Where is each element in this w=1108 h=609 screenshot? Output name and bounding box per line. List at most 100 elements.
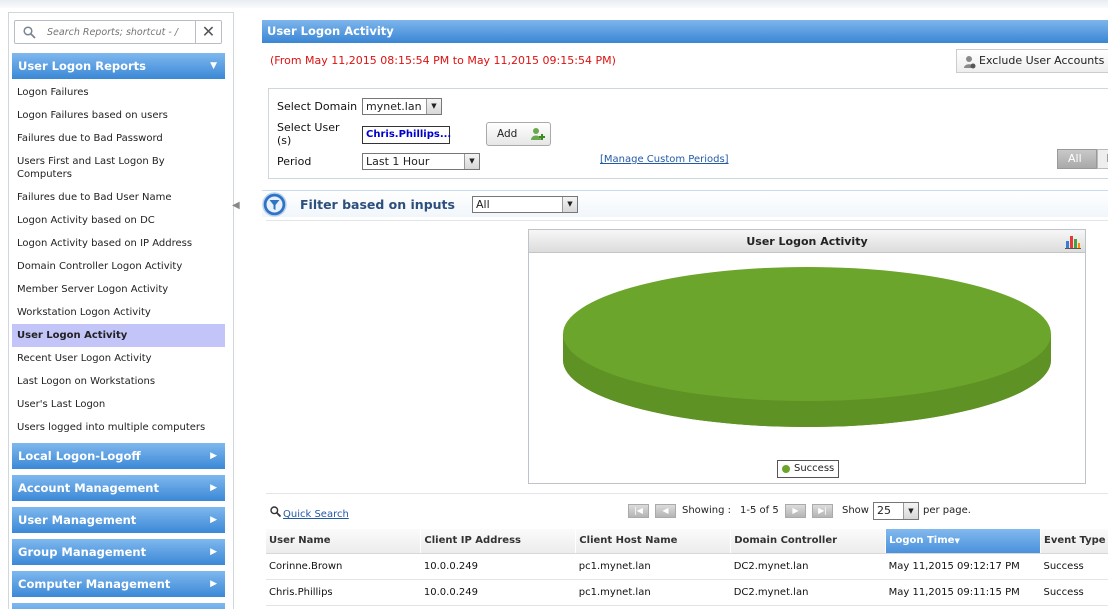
category-label: User Logon Reports <box>18 59 147 73</box>
sidebar-item[interactable]: Logon Failures <box>12 81 225 104</box>
exclude-user-accounts-button[interactable]: Exclude User Accounts <box>956 49 1108 73</box>
per-page-select[interactable]: 25 ▼ <box>873 502 919 520</box>
showing-label: Showing : <box>682 505 731 516</box>
user-label-suffix: (s) <box>277 134 292 147</box>
quick-search-label: Quick Search <box>283 509 349 520</box>
sidebar-item[interactable]: Workstation Logon Activity <box>12 301 225 324</box>
last-page-icon[interactable]: ▶| <box>812 504 833 518</box>
sidebar-item[interactable]: Recent User Logon Activity <box>12 347 225 370</box>
sidebar-item[interactable]: Logon Failures based on users <box>12 104 225 127</box>
per-page-label: per page. <box>923 505 971 516</box>
cell-user-name: Chris.Phillips <box>266 579 421 606</box>
category-account-management[interactable]: Account Management ▶ <box>12 475 225 502</box>
cell-client-host: pc1.mynet.lan <box>575 579 731 606</box>
table-row[interactable]: Corinne.Brown 10.0.0.249 pc1.mynet.lan D… <box>266 553 1108 580</box>
category-label: Local Logon-Logoff <box>18 449 141 463</box>
column-header-user-name[interactable]: User Name <box>266 529 422 554</box>
search-input[interactable] <box>47 24 187 40</box>
report-list: Logon Failures Logon Failures based on u… <box>12 81 225 439</box>
sidebar-item[interactable]: Failures due to Bad User Name <box>12 186 225 209</box>
category-user-logon-reports[interactable]: User Logon Reports ▼ <box>12 53 225 80</box>
chevron-right-icon: ▶ <box>210 579 217 589</box>
chevron-down-icon: ▼ <box>903 503 918 519</box>
prev-page-icon[interactable]: ◀ <box>655 504 676 518</box>
legend-label: Success <box>794 463 835 474</box>
user-label: Select User <box>277 121 340 134</box>
sidebar-item-active[interactable]: User Logon Activity <box>12 324 225 347</box>
first-page-icon[interactable]: |◀ <box>628 504 649 518</box>
column-header-event-type[interactable]: Event Type <box>1040 529 1108 554</box>
per-page-value: 25 <box>877 504 891 517</box>
domain-label: Select Domain <box>277 100 358 113</box>
show-label: Show <box>842 505 869 516</box>
logon-time-label: Logon Time <box>889 535 955 547</box>
sidebar-item[interactable]: Logon Activity based on IP Address <box>12 232 225 255</box>
category-user-management[interactable]: User Management ▶ <box>12 507 225 534</box>
all-button[interactable]: All <box>1057 149 1097 169</box>
cell-user-name: Corinne.Brown <box>266 553 421 580</box>
chevron-right-icon: ▶ <box>210 483 217 493</box>
cell-client-ip: 10.0.0.249 <box>420 579 576 606</box>
chevron-right-icon: ▶ <box>210 515 217 525</box>
column-header-client-ip[interactable]: Client IP Address <box>420 529 577 554</box>
cell-logon-time: May 11,2015 09:11:15 PM <box>885 579 1041 606</box>
sidebar-item[interactable]: Member Server Logon Activity <box>12 278 225 301</box>
sidebar-item[interactable]: Users logged into multiple computers <box>12 416 225 439</box>
chevron-right-icon: ▶ <box>210 547 217 557</box>
cell-client-host: pc1.mynet.lan <box>575 553 731 580</box>
column-header-domain-controller[interactable]: Domain Controller <box>730 529 887 554</box>
table-row[interactable]: Chris.Phillips 10.0.0.249 pc1.mynet.lan … <box>266 579 1108 606</box>
category-local-logon-logoff[interactable]: Local Logon-Logoff ▶ <box>12 443 225 470</box>
filter-select[interactable]: All ▼ <box>472 196 578 213</box>
sidebar-item[interactable]: User's Last Logon <box>12 393 225 416</box>
sidebar-collapse-handle-icon[interactable]: ◀ <box>232 200 240 211</box>
exclude-label: Exclude User Accounts <box>979 54 1105 67</box>
add-user-button[interactable]: Add <box>486 122 551 146</box>
legend-swatch <box>782 465 790 473</box>
category-label: Computer Management <box>18 577 171 591</box>
domain-value: mynet.lan <box>366 100 422 113</box>
cell-client-ip: 10.0.0.249 <box>420 553 576 580</box>
add-user-icon <box>531 128 545 140</box>
clear-search-icon[interactable]: ✕ <box>195 21 221 43</box>
chevron-down-icon: ▼ <box>210 61 217 71</box>
category-more[interactable] <box>12 603 225 609</box>
sidebar-item[interactable]: Failures due to Bad Password <box>12 127 225 150</box>
sidebar-item[interactable]: Logon Activity based on DC <box>12 209 225 232</box>
sort-desc-icon: ▼ <box>954 537 960 546</box>
category-group-management[interactable]: Group Management ▶ <box>12 539 225 566</box>
period-value: Last 1 Hour <box>366 155 430 168</box>
report-filter-form: Select Domain mynet.lan ▼ Select User (s… <box>268 88 1108 179</box>
chevron-down-icon: ▼ <box>562 197 577 212</box>
filter-icon <box>262 192 287 217</box>
period-select[interactable]: Last 1 Hour ▼ <box>362 153 480 170</box>
next-page-icon[interactable]: ▶ <box>785 504 806 518</box>
sidebar-item[interactable]: Domain Controller Logon Activity <box>12 255 225 278</box>
filter-bar: Filter based on inputs All ▼ <box>262 190 1108 217</box>
period-label: Period <box>277 155 312 168</box>
sidebar-item[interactable]: Users First and Last Logon By Computers <box>12 150 225 186</box>
category-label: Account Management <box>18 481 159 495</box>
date-range-text: (From May 11,2015 08:15:54 PM to May 11,… <box>270 54 616 67</box>
b-button[interactable]: B <box>1097 149 1108 169</box>
column-header-logon-time[interactable]: Logon Time▼ <box>885 529 1041 554</box>
cell-event-type: Success <box>1040 553 1108 580</box>
pie-chart <box>563 267 1051 427</box>
chart-legend-item: Success <box>777 460 840 478</box>
manage-custom-periods-link[interactable]: [Manage Custom Periods] <box>600 154 729 165</box>
selected-users-field[interactable]: Chris.Phillips... <box>362 126 451 144</box>
domain-select[interactable]: mynet.lan ▼ <box>362 98 442 115</box>
chart-container: User Logon Activity Success <box>528 229 1086 484</box>
sidebar-item[interactable]: Last Logon on Workstations <box>12 370 225 393</box>
category-label: Group Management <box>18 545 147 559</box>
user-exclude-icon <box>964 56 976 69</box>
category-computer-management[interactable]: Computer Management ▶ <box>12 571 225 598</box>
chevron-down-icon: ▼ <box>426 99 441 114</box>
report-search: ✕ <box>14 20 222 44</box>
bar-chart-icon[interactable] <box>1065 233 1081 249</box>
quick-search-link[interactable]: Quick Search <box>270 506 349 520</box>
column-header-client-host[interactable]: Client Host Name <box>575 529 732 554</box>
cell-domain-controller: DC2.mynet.lan <box>730 553 886 580</box>
search-icon <box>270 506 282 518</box>
top-strip <box>0 0 1108 8</box>
